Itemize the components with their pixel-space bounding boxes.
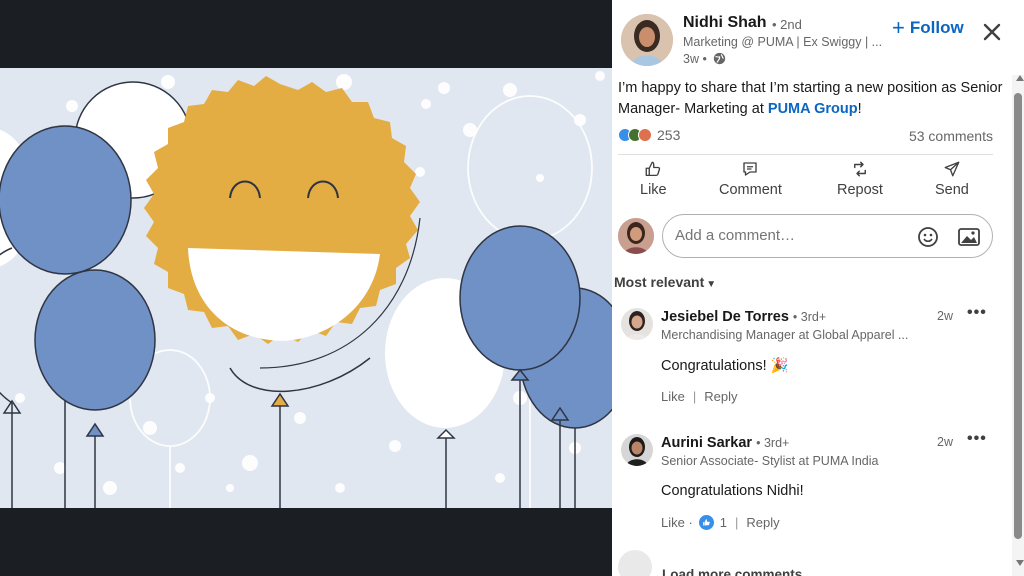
commenter-name[interactable]: Aurini Sarkar • 3rd+ [661,435,789,451]
like-reaction-icon [698,515,714,530]
author-avatar[interactable] [621,14,673,66]
scroll-up-arrow-icon[interactable] [1016,75,1024,81]
separator: | [735,515,739,530]
post-media-pane [0,0,612,576]
comment-composer[interactable] [662,214,993,258]
load-more-comments-button[interactable]: Load more comments [618,550,802,576]
image-icon[interactable] [957,225,981,249]
post-body-text: I’m happy to share that I’m starting a n… [618,78,1008,120]
speech-bubble-icon [743,162,758,176]
commenter-avatar[interactable] [621,434,653,466]
repost-label: Repost [837,182,883,198]
sort-label: Most relevant [614,274,705,290]
separator: | [692,389,697,404]
like-button[interactable]: Like [640,160,667,198]
comment-like-button[interactable]: Like [661,389,685,404]
load-more-label: Load more comments [662,566,803,576]
close-icon[interactable] [980,20,1004,44]
comment-label: Comment [719,182,782,198]
celebration-illustration [0,68,612,508]
comment-timestamp: 2w [937,435,953,449]
current-user-avatar [618,218,654,254]
scroll-thumb[interactable] [1014,93,1022,539]
reactions-summary[interactable]: 253 [618,127,680,143]
comment-actions: Like · 1 | Reply [661,515,780,530]
comment-button[interactable]: Comment [719,160,782,198]
comment-reply-button[interactable]: Reply [746,515,779,530]
commenter-name-text: Aurini Sarkar [661,435,753,451]
comment-actions: Like | Reply [661,389,738,404]
commenter-degree: • 3rd+ [792,310,827,324]
company-mention-link[interactable]: PUMA Group [768,101,858,117]
comment-like-count: 1 [719,515,728,530]
comment-text: Congratulations! 🎉 [661,358,789,374]
caret-down-icon: ▼ [706,279,717,290]
post-timestamp: 3w • [683,52,707,66]
author-headline: Marketing @ PUMA | Ex Swiggy | ... [683,35,883,49]
comment-more-options[interactable]: ••• [967,430,987,448]
scroll-down-arrow-icon[interactable] [1016,560,1024,566]
globe-icon [713,52,726,65]
divider [618,154,993,155]
comment-text: Congratulations Nidhi! [661,483,804,499]
repost-icon [854,161,866,177]
author-connection-degree: • 2nd [772,17,802,32]
commenter-headline: Senior Associate- Stylist at PUMA India [661,454,879,468]
send-button[interactable]: Send [935,160,969,198]
like-label: Like [640,182,667,198]
thumbs-up-icon [645,161,661,177]
author-name[interactable]: Nidhi Shah [683,14,767,32]
comment-sort-dropdown[interactable]: Most relevant ▼ [614,274,716,290]
social-actions-bar: Like Comment Repost Send [612,160,993,206]
commenter-name[interactable]: Jesiebel De Torres • 3rd+ [661,309,826,325]
commenter-avatar[interactable] [621,308,653,340]
comment-input[interactable] [675,227,905,244]
commenter-name-text: Jesiebel De Torres [661,309,789,325]
follow-button[interactable]: + Follow [892,15,964,40]
scrollbar[interactable] [1012,75,1024,576]
comments-count-link[interactable]: 53 comments [909,128,993,144]
comment-more-options[interactable]: ••• [967,304,987,322]
expand-icon [618,550,652,576]
reaction-count: 253 [657,127,681,143]
commenter-degree: • 3rd+ [756,436,790,450]
comment-timestamp: 2w [937,309,953,323]
repost-button[interactable]: Repost [837,160,883,198]
send-label: Send [935,182,969,198]
send-icon [944,161,960,177]
post-detail-panel: Nidhi Shah • 2nd Marketing @ PUMA | Ex S… [612,0,1024,576]
follow-label: Follow [909,18,964,37]
comment-like-button[interactable]: Like · [661,515,693,530]
commenter-headline: Merchandising Manager at Global Apparel … [661,328,909,342]
comment-reply-button[interactable]: Reply [704,389,737,404]
emoji-icon[interactable] [916,225,940,249]
love-reaction-icon [638,128,652,142]
plus-icon: + [892,15,905,40]
post-text-end: ! [857,101,862,117]
